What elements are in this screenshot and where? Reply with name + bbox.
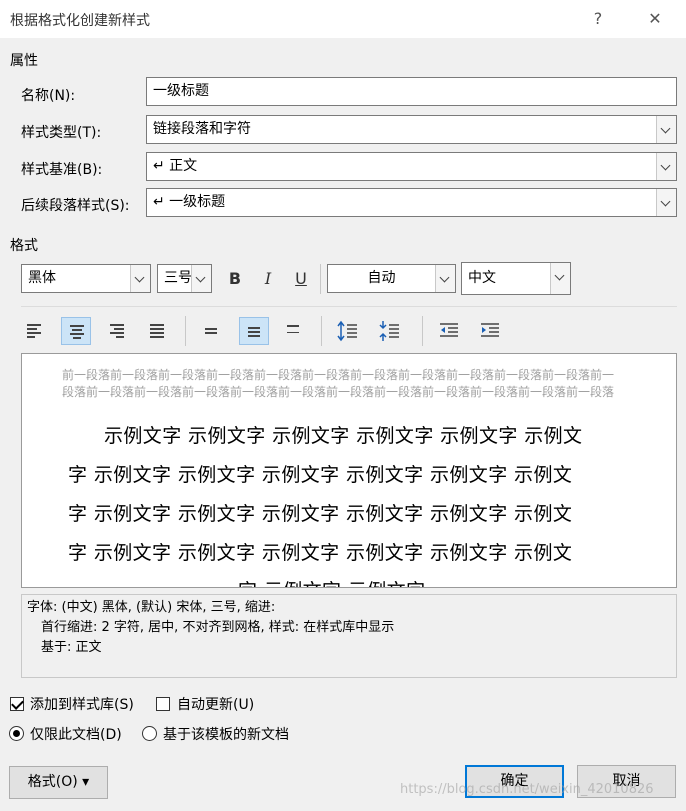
name-input[interactable]: 一级标题: [146, 77, 677, 106]
align-left-icon: [27, 324, 41, 340]
sample-line-2: 字 示例文字 示例文字 示例文字 示例文字 示例文字 示例文: [68, 464, 573, 486]
align-right-button[interactable]: [102, 317, 132, 345]
align-left-button[interactable]: [19, 317, 49, 345]
one-half-spacing-button[interactable]: [239, 317, 269, 345]
properties-section-label: 属性: [10, 53, 38, 69]
window-title: 根据格式化创建新样式: [10, 13, 150, 29]
justify-icon: [150, 324, 164, 340]
toolbar-divider: [185, 316, 186, 346]
underline-button[interactable]: U: [286, 264, 316, 294]
chevron-down-icon[interactable]: [656, 153, 676, 180]
single-spacing-icon: [205, 328, 219, 336]
decrease-paragraph-spacing-button[interactable]: [375, 317, 405, 345]
style-type-dropdown[interactable]: 链接段落和字符: [146, 115, 677, 144]
bold-button[interactable]: B: [220, 264, 250, 294]
font-dropdown[interactable]: 黑体: [21, 264, 151, 293]
decrease-indent-button[interactable]: [434, 317, 464, 345]
italic-button[interactable]: I: [253, 264, 283, 294]
font-value: 黑体: [28, 270, 56, 286]
template-documents-radio[interactable]: [142, 726, 157, 741]
close-button[interactable]: ✕: [640, 8, 670, 30]
toolbar-separator: [21, 306, 677, 307]
one-half-spacing-icon: [248, 327, 262, 339]
align-center-icon: [70, 325, 84, 341]
chevron-down-icon[interactable]: [656, 189, 676, 216]
based-on-dropdown[interactable]: ↵ 正文: [146, 152, 677, 181]
format-menu-button[interactable]: 格式(O) ▾: [9, 766, 108, 799]
chevron-down-icon[interactable]: [191, 265, 211, 292]
font-color-value: 自动: [367, 270, 396, 286]
format-section-label: 格式: [10, 238, 38, 254]
decrease-spacing-icon: [379, 321, 399, 341]
previous-paragraph-text: 前一段落前一段落前一段落前一段落前一段落前一段落前一段落前一段落前一段落前一段落…: [62, 368, 615, 399]
script-dropdown[interactable]: 中文: [461, 262, 571, 295]
next-style-dropdown[interactable]: ↵ 一级标题: [146, 188, 677, 217]
double-spacing-button[interactable]: [279, 317, 309, 345]
this-document-only-label[interactable]: 仅限此文档(D): [30, 724, 122, 744]
sample-line-4: 字 示例文字 示例文字 示例文字 示例文字 示例文字 示例文: [68, 542, 573, 564]
sample-line-1: 示例文字 示例文字 示例文字 示例文字 示例文字 示例文: [104, 425, 583, 447]
align-right-icon: [110, 324, 124, 340]
auto-update-checkbox[interactable]: [156, 697, 170, 711]
toolbar-divider: [422, 316, 423, 346]
chevron-down-icon[interactable]: [435, 265, 455, 292]
style-type-label: 样式类型(T):: [21, 125, 102, 141]
align-center-button[interactable]: [61, 317, 91, 345]
style-description: 字体: (中文) 黑体, (默认) 宋体, 三号, 缩进: 首行缩进: 2 字符…: [21, 594, 677, 678]
decrease-indent-icon: [440, 323, 458, 337]
font-size-value: 三号: [164, 270, 192, 286]
style-preview: 前一段落前一段落前一段落前一段落前一段落前一段落前一段落前一段落前一段落前一段落…: [21, 353, 677, 588]
based-on-value: ↵ 正文: [153, 158, 198, 174]
next-style-value: ↵ 一级标题: [153, 194, 226, 210]
single-spacing-button[interactable]: [197, 317, 227, 345]
description-line-3: 基于: 正文: [41, 640, 102, 655]
increase-spacing-icon: [337, 320, 357, 342]
increase-indent-button[interactable]: [475, 317, 505, 345]
increase-indent-icon: [481, 323, 499, 337]
sample-line-3: 字 示例文字 示例文字 示例文字 示例文字 示例文字 示例文: [68, 503, 573, 525]
style-type-value: 链接段落和字符: [153, 121, 251, 137]
font-size-dropdown[interactable]: 三号: [157, 264, 212, 293]
help-button[interactable]: ?: [583, 8, 613, 30]
description-line-2: 首行缩进: 2 字符, 居中, 不对齐到网格, 样式: 在样式库中显示: [41, 620, 395, 635]
toolbar-divider: [321, 316, 322, 346]
double-spacing-icon: [287, 325, 301, 336]
template-documents-label[interactable]: 基于该模板的新文档: [163, 724, 289, 744]
this-document-only-radio[interactable]: [9, 726, 24, 741]
auto-update-label[interactable]: 自动更新(U): [177, 694, 254, 714]
increase-paragraph-spacing-button[interactable]: [333, 317, 363, 345]
toolbar-divider: [320, 264, 321, 294]
script-value: 中文: [468, 270, 496, 286]
next-style-label: 后续段落样式(S):: [21, 198, 130, 214]
add-to-gallery-label[interactable]: 添加到样式库(S): [30, 694, 134, 714]
justify-button[interactable]: [142, 317, 172, 345]
name-label: 名称(N):: [21, 88, 76, 104]
sample-line-5: 字 示例文字 示例文字: [238, 576, 676, 587]
chevron-down-icon[interactable]: [656, 116, 676, 143]
chevron-down-icon[interactable]: [130, 265, 150, 292]
watermark-text: https://blog.csdn.net/weixin_42010826: [400, 782, 654, 797]
chevron-down-icon[interactable]: [550, 263, 570, 294]
add-to-gallery-checkbox[interactable]: [10, 697, 24, 711]
based-on-label: 样式基准(B):: [21, 162, 103, 178]
description-line-1: 字体: (中文) 黑体, (默认) 宋体, 三号, 缩进:: [27, 600, 276, 615]
font-color-dropdown[interactable]: 自动: [327, 264, 456, 293]
